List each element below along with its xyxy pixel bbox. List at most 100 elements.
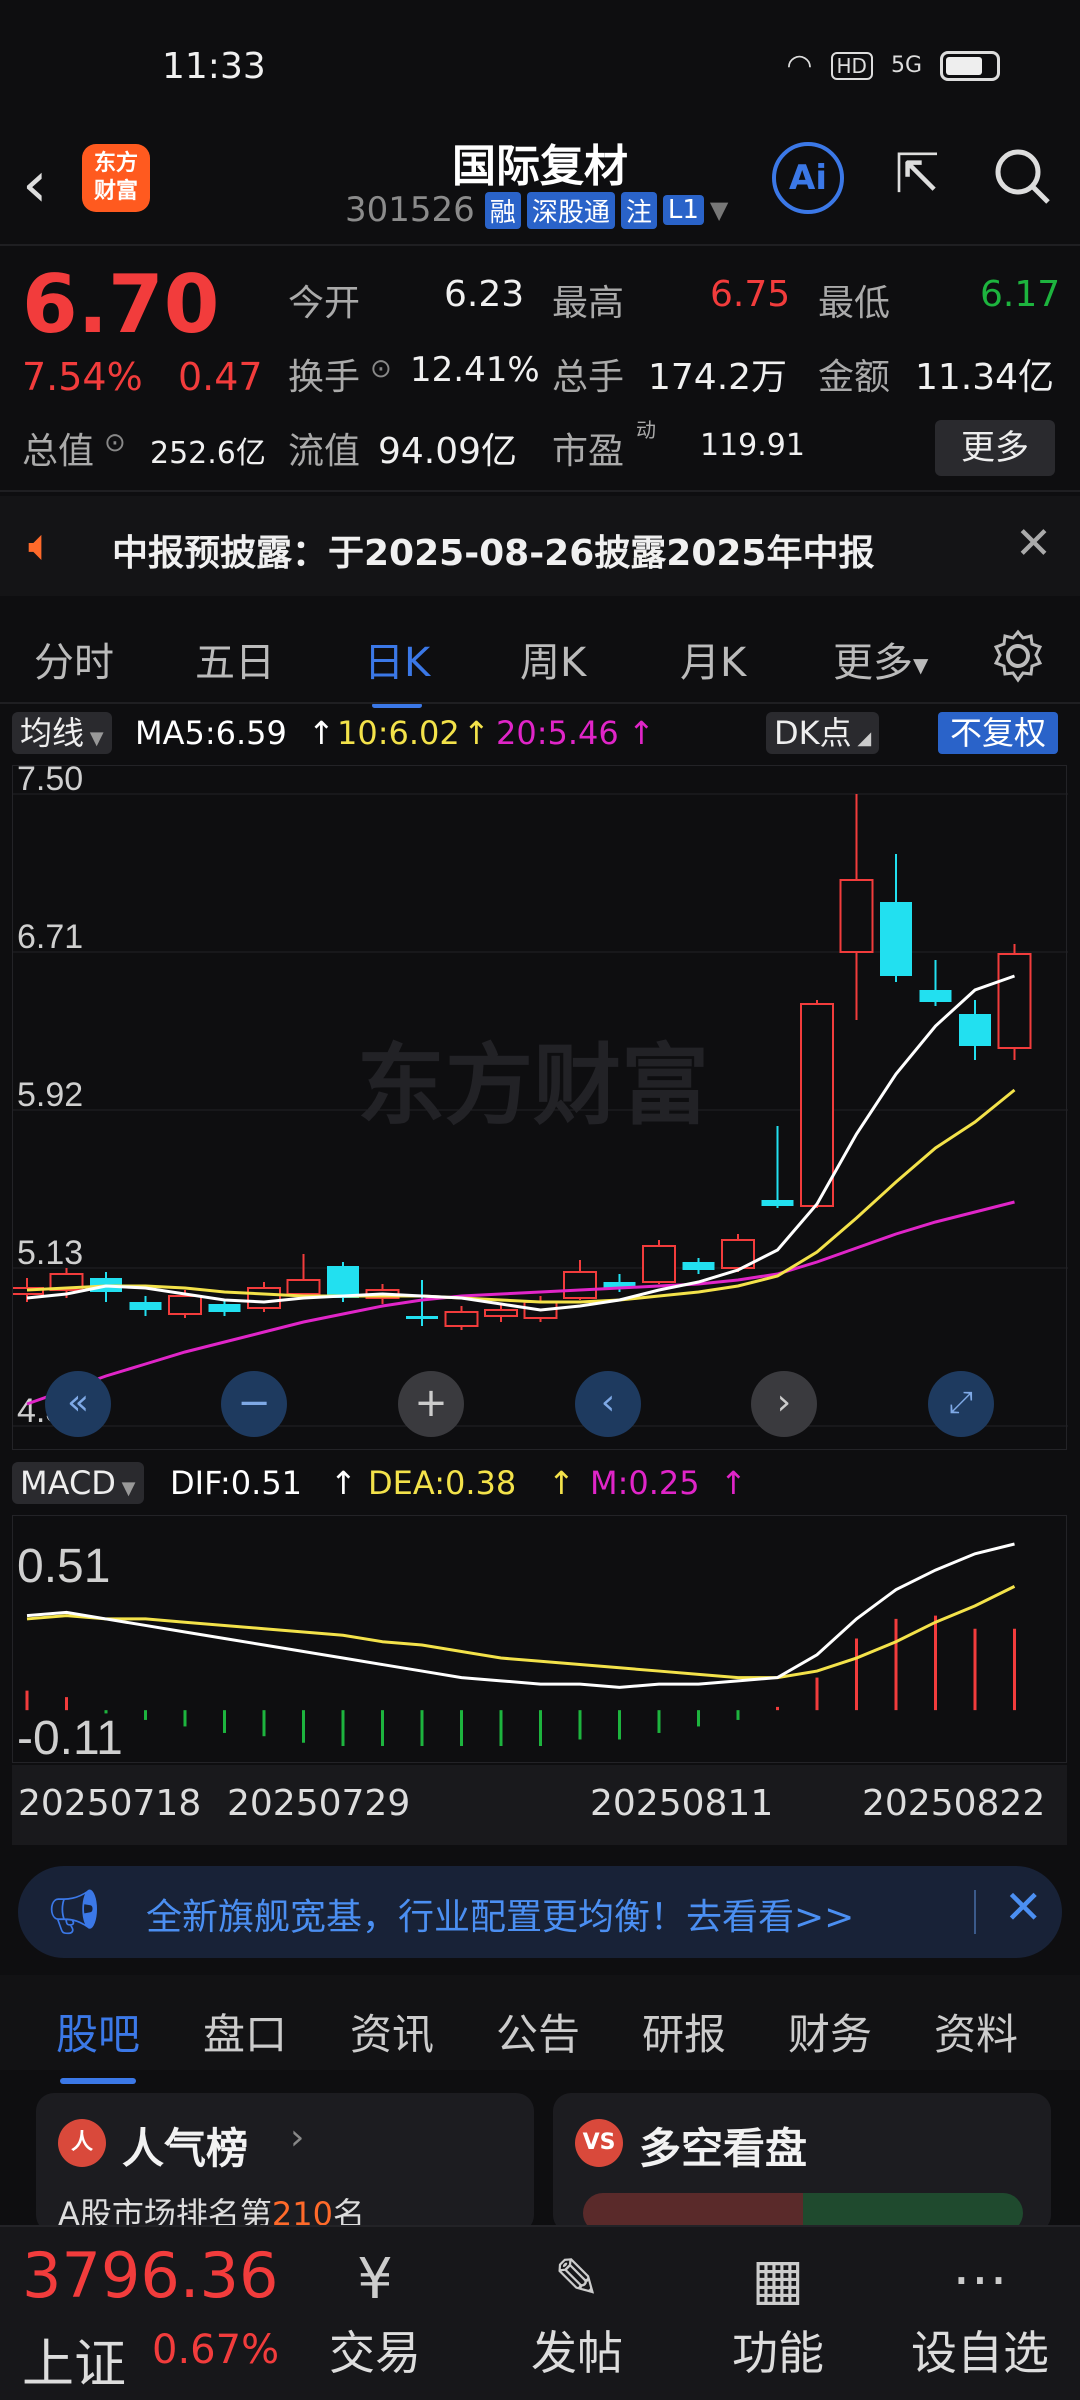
nav-functions[interactable]: ▦ 功能 (698, 2247, 858, 2383)
candle-body (959, 1014, 991, 1046)
volume-label: 总手 (552, 357, 625, 398)
high-value: 6.75 (710, 274, 791, 315)
scroll-left-fast-button[interactable]: « (45, 1371, 111, 1437)
candle-body (563, 1271, 597, 1299)
tab-intraday[interactable]: 分时 (34, 630, 114, 688)
adjust-type-button[interactable]: 不复权 (937, 712, 1058, 754)
ma-legend: 均线 ▼ MA5:6.59 ↑ 10:6.02 ↑ 20:5.46 ↑ DK点 … (0, 708, 1080, 758)
zoom-in-button[interactable]: + (398, 1371, 464, 1437)
divider (974, 1890, 976, 1934)
tab-five-day[interactable]: 五日 (195, 630, 275, 688)
chevron-right-icon: › (290, 2117, 305, 2158)
close-icon[interactable]: ✕ (1015, 518, 1052, 569)
nav-post[interactable]: ✎ 发帖 (497, 2247, 657, 2383)
candle-body (208, 1304, 241, 1312)
kline-chart[interactable]: 7.506.715.925.134.34东方财富 « − + ‹ › ⤢ (10, 760, 1068, 1450)
date-axis: 20250718 20250729 20250811 20250822 (12, 1765, 1067, 1845)
y-tick-label: 5.92 (17, 1076, 83, 1114)
indicator-selector[interactable]: MACD ▼ (12, 1462, 144, 1504)
scroll-right-button[interactable]: › (751, 1371, 817, 1437)
ai-assistant-button[interactable]: Ai (772, 142, 844, 214)
promo-text: 全新旗舰宽基，行业配置更均衡！去看看>> (146, 1897, 855, 1938)
index-name: 上证 (22, 2335, 127, 2395)
macd-chart[interactable]: 0.51 -0.11 (12, 1515, 1067, 1765)
tab-news[interactable]: 资讯 (350, 2001, 434, 2062)
amount-value: 11.34亿 (915, 357, 1055, 398)
bull-bear-card[interactable]: VS 多空看盘 (553, 2093, 1051, 2233)
date-label: 20250718 (18, 1783, 202, 1824)
tag-registered: 注 (620, 191, 657, 229)
popularity-card[interactable]: 人 人气榜 › A股市场排名第210名 (36, 2093, 534, 2233)
more-quote-button[interactable]: 更多 (935, 420, 1055, 476)
candle-body (168, 1295, 202, 1315)
gear-icon[interactable] (990, 628, 1046, 688)
candle-body (642, 1245, 676, 1283)
edit-icon: ✎ (553, 2247, 601, 2312)
notice-text: 中报预披露：于2025-08-26披露2025年中报 (112, 533, 875, 574)
tab-guba[interactable]: 股吧 (56, 2001, 140, 2084)
scroll-left-button[interactable]: ‹ (575, 1371, 641, 1437)
volume-value: 174.2万 (648, 357, 788, 398)
low-label: 最低 (818, 283, 891, 324)
open-value: 6.23 (444, 274, 525, 315)
info-icon[interactable]: ⊙ (370, 354, 392, 384)
up-arrow-icon: ↑ (463, 714, 490, 752)
tab-more[interactable]: 更多▼ (833, 630, 928, 688)
battery-icon (940, 50, 1000, 81)
date-label: 20250822 (862, 1783, 1046, 1824)
bottom-bar: 3796.36 上证 0.67% ¥ 交易 ✎ 发帖 ▦ 功能 ⋯ 设自选 (0, 2225, 1080, 2400)
dif-value: DIF:0.51 (170, 1464, 303, 1502)
ma-selector[interactable]: 均线 ▼ (12, 712, 112, 754)
mcap-label: 总值 (22, 431, 95, 472)
candle-body (682, 1262, 715, 1270)
zoom-out-button[interactable]: − (221, 1371, 287, 1437)
up-arrow-icon: ↑ (308, 714, 335, 752)
nav-add-watchlist[interactable]: ⋯ 设自选 (900, 2247, 1060, 2383)
hd-icon: HD (830, 51, 873, 80)
nav-trade[interactable]: ¥ 交易 (295, 2247, 455, 2383)
yen-icon: ¥ (357, 2247, 393, 2312)
share-icon[interactable]: ⇱ (882, 142, 952, 212)
high-label: 最高 (552, 283, 625, 324)
last-price: 6.70 (22, 258, 220, 351)
close-icon[interactable]: ✕ (1004, 1880, 1043, 1934)
y-tick-label: 6.71 (17, 918, 83, 956)
turnover-label: 换手 (288, 357, 361, 398)
candle-body (444, 1311, 479, 1327)
fullscreen-icon[interactable]: ⤢ (928, 1371, 994, 1437)
tab-daily-k[interactable]: 日K (364, 630, 430, 708)
tab-monthly-k[interactable]: 月K (680, 630, 746, 688)
tab-profile[interactable]: 资料 (934, 2001, 1018, 2062)
dea-line (26, 1585, 1016, 1680)
date-label: 20250811 (590, 1783, 774, 1824)
card-title: 多空看盘 (639, 2124, 808, 2173)
tab-research[interactable]: 研报 (642, 2001, 726, 2062)
pe-dynamic-mark: 动 (636, 418, 656, 442)
tab-orderbook[interactable]: 盘口 (203, 2001, 287, 2062)
tab-financials[interactable]: 财务 (788, 2001, 872, 2062)
watermark: 东方财富 (357, 1034, 709, 1137)
amount-label: 金额 (818, 357, 891, 398)
candle-body (129, 1302, 162, 1310)
tag-level: L1 (662, 195, 704, 225)
change-percent: 7.54% (22, 355, 143, 399)
period-tabs: 分时 五日 日K 周K 月K 更多▼ (0, 610, 1080, 708)
float-value: 94.09亿 (378, 431, 518, 472)
notice-bar[interactable]: 🔈︎ 中报预披露：于2025-08-26披露2025年中报 ✕ (0, 496, 1080, 596)
search-icon[interactable] (990, 144, 1056, 210)
index-widget[interactable]: 3796.36 上证 0.67% (0, 2227, 300, 2400)
low-value: 6.17 (980, 274, 1061, 315)
candle-body (880, 902, 912, 976)
dk-point-button[interactable]: DK点 ◢ (766, 712, 880, 754)
tab-announcements[interactable]: 公告 (496, 2001, 580, 2062)
status-bar: 11:33 ◠ HD 5G (0, 0, 1080, 130)
up-arrow-icon: ↑ (628, 714, 655, 752)
pe-value: 119.91 (700, 428, 805, 463)
section-tabs: 股吧 盘口 资讯 公告 研报 财务 资料 (0, 1975, 1080, 2084)
info-icon[interactable]: ⊙ (104, 428, 126, 458)
ma5-line (26, 974, 1016, 1312)
tab-weekly-k[interactable]: 周K (520, 630, 586, 688)
feature-cards: 人 人气榜 › A股市场排名第210名 VS 多空看盘 (0, 2075, 1080, 2233)
stock-subline[interactable]: 301526 融 深股通 注 L1 ▼ (345, 190, 728, 230)
promo-banner[interactable]: 📢︎ 全新旗舰宽基，行业配置更均衡！去看看>> ✕ (18, 1866, 1062, 1958)
